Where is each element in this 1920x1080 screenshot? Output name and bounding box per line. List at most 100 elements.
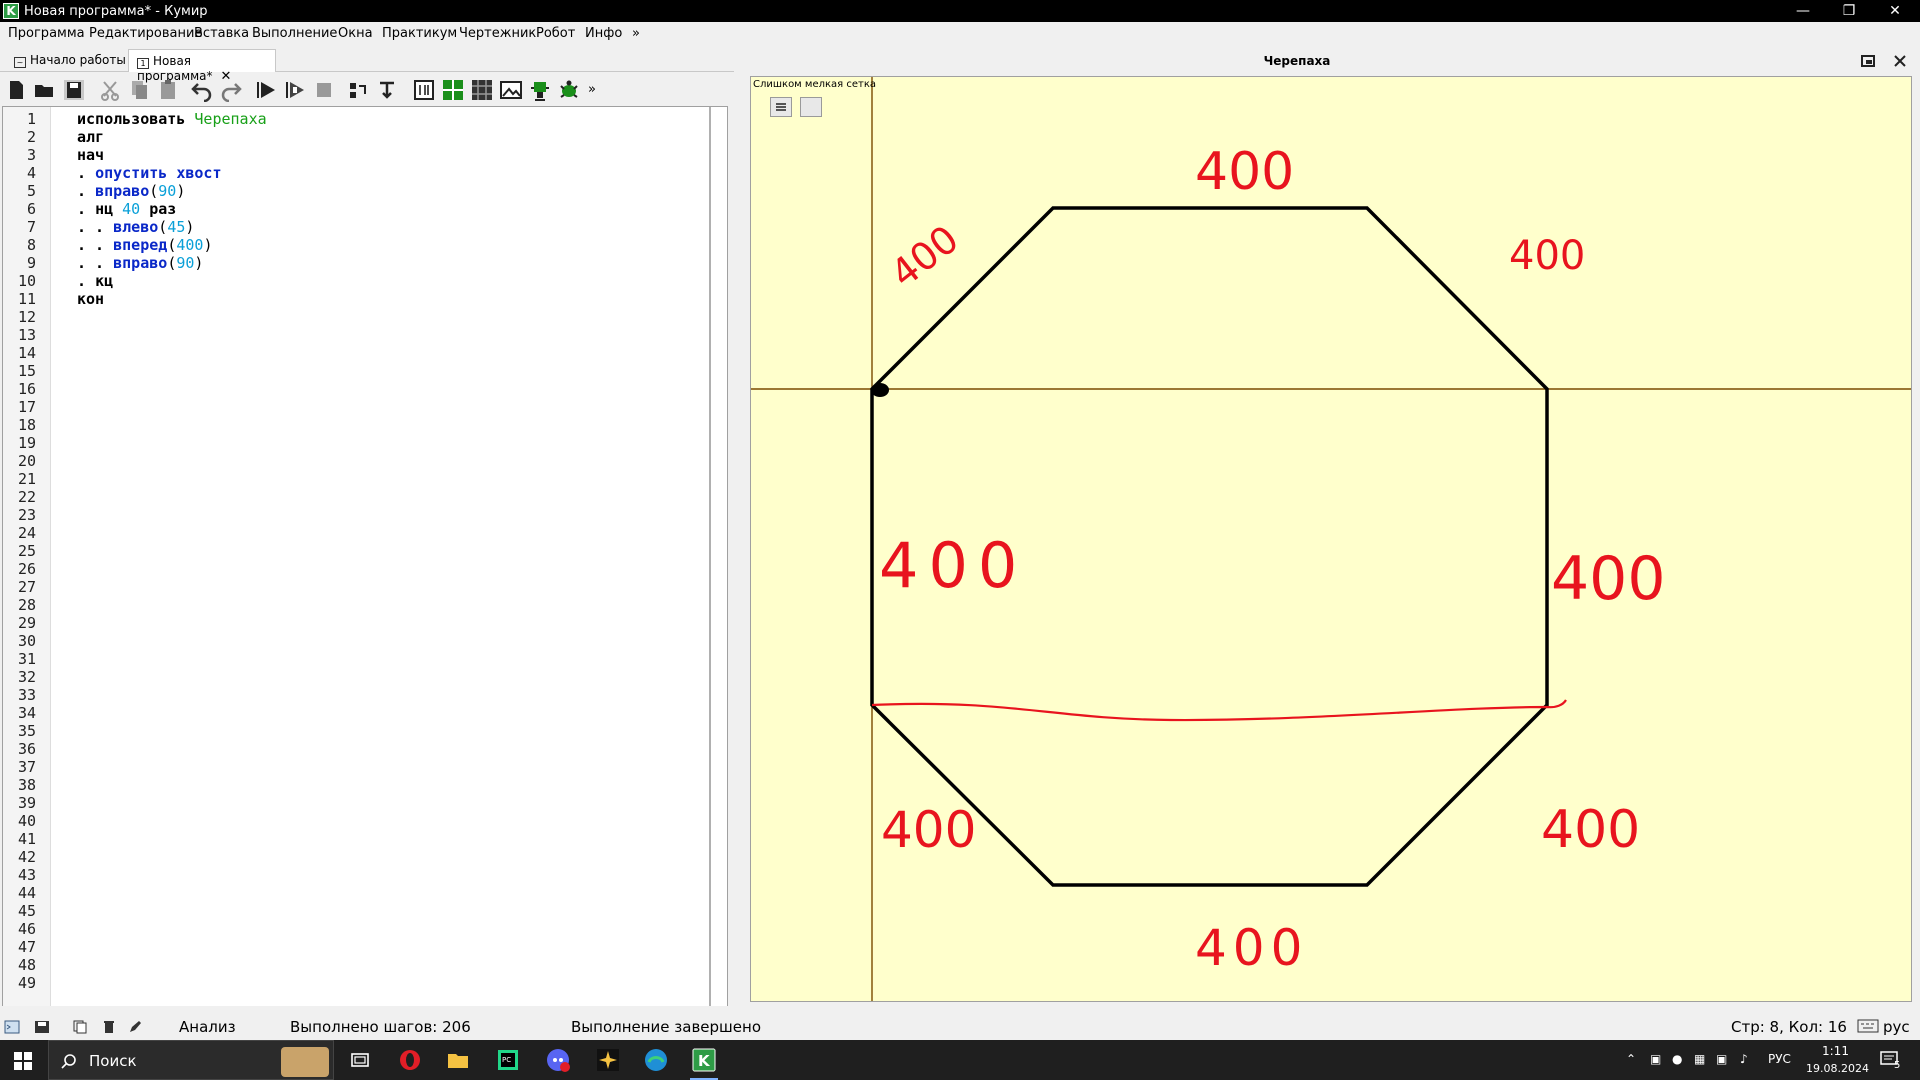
line-number: 30 bbox=[17, 632, 36, 650]
tray-mic-icon[interactable]: ● bbox=[1672, 1052, 1682, 1066]
close-pane-icon[interactable] bbox=[1893, 54, 1907, 68]
line-number: 5 bbox=[26, 182, 36, 200]
ink-label-top: 400 bbox=[1195, 142, 1294, 202]
menu-edit[interactable]: Редактирование bbox=[89, 26, 202, 41]
tray-camera-icon[interactable]: ▣ bbox=[1650, 1052, 1661, 1066]
line-number: 36 bbox=[17, 740, 36, 758]
variables-icon[interactable] bbox=[412, 78, 436, 102]
menu-run[interactable]: Выполнение bbox=[252, 26, 337, 41]
undock-icon[interactable] bbox=[1861, 54, 1875, 68]
turtle-icon[interactable] bbox=[557, 78, 581, 102]
turtle-canvas[interactable]: 400 400 400 400 400 400 400 400 Слишком … bbox=[750, 76, 1912, 1002]
image-icon[interactable] bbox=[499, 78, 523, 102]
menu-windows[interactable]: Окна bbox=[338, 26, 373, 41]
stop-icon[interactable] bbox=[312, 78, 336, 102]
line-number: 11 bbox=[17, 290, 36, 308]
restore-button[interactable]: ❐ bbox=[1826, 0, 1872, 22]
canvas-toggle-button[interactable] bbox=[800, 97, 822, 117]
windows-start-icon[interactable] bbox=[14, 1052, 32, 1070]
console-icon[interactable] bbox=[4, 1020, 20, 1034]
menu-info[interactable]: Инфо bbox=[585, 26, 622, 41]
menu-practicum[interactable]: Практикум bbox=[382, 26, 457, 41]
line-number: 13 bbox=[17, 326, 36, 344]
code-line: нач bbox=[77, 146, 105, 164]
line-number: 24 bbox=[17, 524, 36, 542]
copy-icon[interactable] bbox=[127, 78, 151, 102]
grid-dark-icon[interactable] bbox=[470, 78, 494, 102]
pycharm-icon[interactable]: PC bbox=[496, 1048, 520, 1072]
line-number: 32 bbox=[17, 668, 36, 686]
kumir-logo-icon: K bbox=[3, 3, 19, 19]
save-output-icon[interactable] bbox=[34, 1020, 50, 1034]
edit-output-icon[interactable] bbox=[128, 1020, 142, 1034]
line-number: 34 bbox=[17, 704, 36, 722]
taskbar-search[interactable]: Поиск bbox=[48, 1040, 334, 1080]
line-number: 17 bbox=[17, 398, 36, 416]
line-number: 35 bbox=[17, 722, 36, 740]
discord-icon[interactable] bbox=[546, 1048, 570, 1072]
turtle-pane-title: Черепаха bbox=[1263, 54, 1331, 68]
line-number: 31 bbox=[17, 650, 36, 668]
menu-drawer[interactable]: Чертежник bbox=[459, 26, 536, 41]
canvas-menu-button[interactable] bbox=[770, 97, 792, 117]
line-number: 19 bbox=[17, 434, 36, 452]
menu-robot[interactable]: Робот bbox=[536, 26, 575, 41]
code-line: алг bbox=[77, 128, 105, 146]
start-page-icon: ~ bbox=[14, 57, 26, 68]
undo-icon[interactable] bbox=[190, 78, 214, 102]
svg-text:K: K bbox=[698, 1052, 711, 1070]
menu-insert[interactable]: Вставка bbox=[194, 26, 249, 41]
kumir-taskbar-icon[interactable]: K bbox=[692, 1048, 716, 1072]
step-run-icon[interactable] bbox=[283, 78, 307, 102]
svg-text:PC: PC bbox=[502, 1056, 511, 1064]
step-out-icon[interactable] bbox=[376, 78, 400, 102]
close-window-button[interactable]: ✕ bbox=[1872, 0, 1918, 22]
line-number: 22 bbox=[17, 488, 36, 506]
tray-language[interactable]: РУС bbox=[1768, 1052, 1791, 1066]
line-number: 23 bbox=[17, 506, 36, 524]
code-line: . . вправо(90) bbox=[77, 254, 204, 272]
turtle-pane: Черепаха 400 400 400 400 400 400 400 400… bbox=[742, 46, 1920, 1006]
new-file-icon[interactable] bbox=[4, 78, 28, 102]
tray-network-icon[interactable]: ▣ bbox=[1716, 1052, 1727, 1066]
code-line: . . вперед(400) bbox=[77, 236, 213, 254]
edge-icon[interactable] bbox=[644, 1048, 668, 1072]
turtle-drawing: 400 400 400 400 400 400 400 400 bbox=[751, 77, 1911, 1001]
file-explorer-icon[interactable] bbox=[446, 1048, 470, 1072]
save-icon[interactable] bbox=[62, 78, 86, 102]
tray-chevron-icon[interactable]: ⌃ bbox=[1626, 1052, 1636, 1066]
redo-icon[interactable] bbox=[219, 78, 243, 102]
minimize-button[interactable]: — bbox=[1780, 0, 1826, 22]
code-line: . опустить хвост bbox=[77, 164, 222, 182]
run-icon[interactable] bbox=[254, 78, 278, 102]
robot-icon[interactable] bbox=[528, 78, 552, 102]
tab-new-program[interactable]: 1 Новая программа* ✕ bbox=[128, 49, 276, 84]
task-view-icon[interactable] bbox=[348, 1048, 372, 1072]
code-editor[interactable]: 1 2 3 4 5 6 7 8 9 10 11 12 13 14 15 16 17 18 19 20 21 22 23 24 2… bbox=[2, 106, 728, 1042]
toolbar-overflow[interactable]: » bbox=[588, 78, 602, 102]
tray-time[interactable]: 1:11 bbox=[1822, 1044, 1849, 1058]
tab-start[interactable]: ~ Начало работы bbox=[6, 49, 134, 72]
ink-underline bbox=[871, 699, 1567, 722]
paste-icon[interactable] bbox=[156, 78, 180, 102]
step-into-icon[interactable] bbox=[347, 78, 371, 102]
grid-green-icon[interactable] bbox=[441, 78, 465, 102]
menu-program[interactable]: Программа bbox=[8, 26, 85, 41]
taskbar: Поиск PC K ⌃ ▣ ● ▦ ▣ ♪ РУС 1:11 19.08.20… bbox=[0, 1040, 1920, 1080]
copy-output-icon[interactable] bbox=[72, 1020, 88, 1034]
tray-device-icon[interactable]: ▦ bbox=[1694, 1052, 1705, 1066]
cut-icon[interactable] bbox=[98, 78, 122, 102]
line-number: 41 bbox=[17, 830, 36, 848]
menu-overflow[interactable]: » bbox=[632, 26, 640, 41]
clear-output-icon[interactable] bbox=[102, 1020, 116, 1034]
line-number: 7 bbox=[26, 218, 36, 236]
line-number: 3 bbox=[26, 146, 36, 164]
app-star-icon[interactable] bbox=[596, 1048, 620, 1072]
tray-volume-icon[interactable]: ♪ bbox=[1740, 1052, 1748, 1066]
code-line: кон bbox=[77, 290, 105, 308]
open-folder-icon[interactable] bbox=[32, 78, 56, 102]
notifications-count: 5 bbox=[1894, 1060, 1901, 1071]
line-number: 44 bbox=[17, 884, 36, 902]
tray-date[interactable]: 19.08.2024 bbox=[1806, 1062, 1869, 1075]
opera-icon[interactable] bbox=[398, 1048, 422, 1072]
